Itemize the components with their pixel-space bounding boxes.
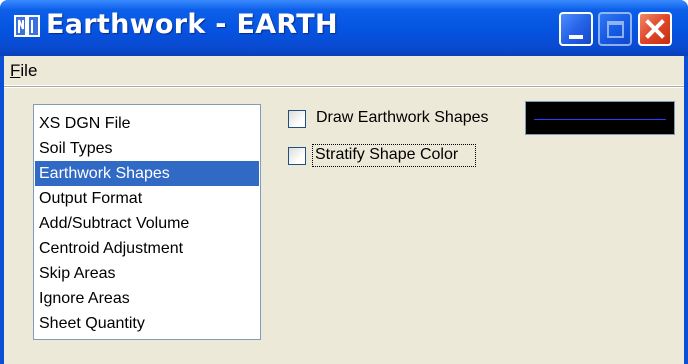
list-item-earthwork-shapes[interactable]: Earthwork Shapes bbox=[35, 161, 259, 186]
stratify-color-checkbox[interactable] bbox=[288, 147, 306, 165]
menu-file-accelerator: F bbox=[10, 61, 21, 80]
draw-shapes-checkbox[interactable] bbox=[288, 110, 306, 128]
maximize-button[interactable] bbox=[598, 12, 632, 46]
menu-separator bbox=[4, 86, 684, 88]
dialog-client-area: File XS DGN File Soil Types Earthwork Sh… bbox=[4, 56, 684, 364]
list-item-output-format[interactable]: Output Format bbox=[35, 186, 259, 211]
list-item-ignore-areas[interactable]: Ignore Areas bbox=[35, 286, 259, 311]
list-item-soil-types[interactable]: Soil Types bbox=[35, 136, 259, 161]
window-title: Earthwork - EARTH bbox=[46, 9, 338, 40]
menu-file[interactable]: File bbox=[10, 61, 37, 81]
maximize-icon bbox=[607, 21, 624, 38]
menu-bar: File bbox=[4, 56, 684, 86]
stratify-color-label[interactable]: Stratify Shape Color bbox=[315, 146, 458, 164]
list-item-add-subtract-volume[interactable]: Add/Subtract Volume bbox=[35, 211, 259, 236]
list-item-xs-dgn-file[interactable]: XS DGN File bbox=[35, 111, 259, 136]
menu-file-label: ile bbox=[20, 61, 38, 80]
minimize-icon bbox=[569, 35, 583, 39]
draw-shapes-label[interactable]: Draw Earthwork Shapes bbox=[316, 109, 489, 127]
close-button[interactable] bbox=[638, 12, 672, 46]
earthwork-window: Earthwork - EARTH File XS DGN File Soil … bbox=[0, 0, 688, 364]
minimize-button[interactable] bbox=[559, 12, 593, 46]
list-item-skip-areas[interactable]: Skip Areas bbox=[35, 261, 259, 286]
shape-color-swatch[interactable] bbox=[525, 101, 675, 135]
list-item-centroid-adjustment[interactable]: Centroid Adjustment bbox=[35, 236, 259, 261]
close-icon bbox=[645, 19, 665, 39]
shape-line-sample bbox=[534, 119, 666, 120]
list-item-sheet-quantity[interactable]: Sheet Quantity bbox=[35, 311, 259, 336]
app-icon bbox=[14, 15, 40, 37]
title-bar[interactable]: Earthwork - EARTH bbox=[0, 0, 688, 56]
category-listbox[interactable]: XS DGN File Soil Types Earthwork Shapes … bbox=[33, 104, 261, 340]
